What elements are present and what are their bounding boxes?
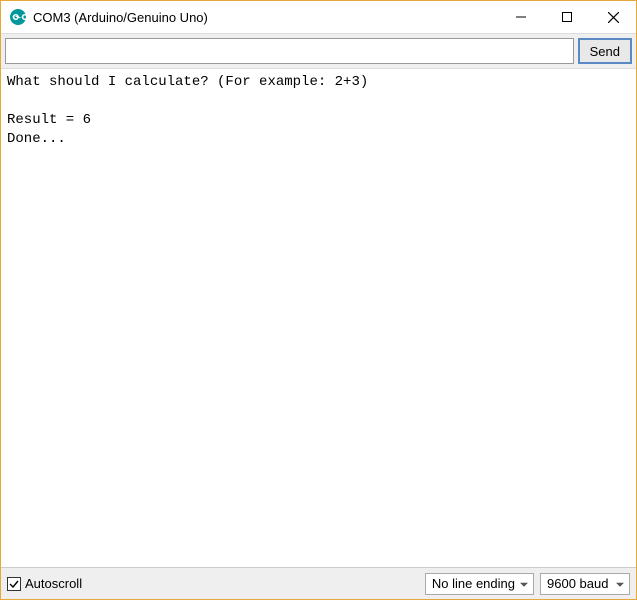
minimize-icon xyxy=(516,12,526,22)
autoscroll-checkbox[interactable]: Autoscroll xyxy=(7,576,419,591)
baud-rate-select[interactable]: 9600 baud xyxy=(540,573,630,595)
input-toolbar: Send xyxy=(1,33,636,69)
line-ending-value: No line ending xyxy=(432,576,515,591)
serial-output[interactable]: What should I calculate? (For example: 2… xyxy=(1,69,636,567)
send-button[interactable]: Send xyxy=(578,38,632,64)
minimize-button[interactable] xyxy=(498,1,544,33)
maximize-button[interactable] xyxy=(544,1,590,33)
titlebar: COM3 (Arduino/Genuino Uno) xyxy=(1,1,636,33)
baud-rate-value: 9600 baud xyxy=(547,576,608,591)
checkmark-icon xyxy=(8,578,20,590)
line-ending-select[interactable]: No line ending xyxy=(425,573,534,595)
window-title: COM3 (Arduino/Genuino Uno) xyxy=(33,10,498,25)
close-button[interactable] xyxy=(590,1,636,33)
maximize-icon xyxy=(562,12,572,22)
statusbar: Autoscroll No line ending 9600 baud xyxy=(1,567,636,599)
window-controls xyxy=(498,1,636,33)
arduino-icon xyxy=(9,8,27,26)
checkbox-icon xyxy=(7,577,21,591)
close-icon xyxy=(608,12,619,23)
serial-input[interactable] xyxy=(5,38,574,64)
autoscroll-label: Autoscroll xyxy=(25,576,82,591)
